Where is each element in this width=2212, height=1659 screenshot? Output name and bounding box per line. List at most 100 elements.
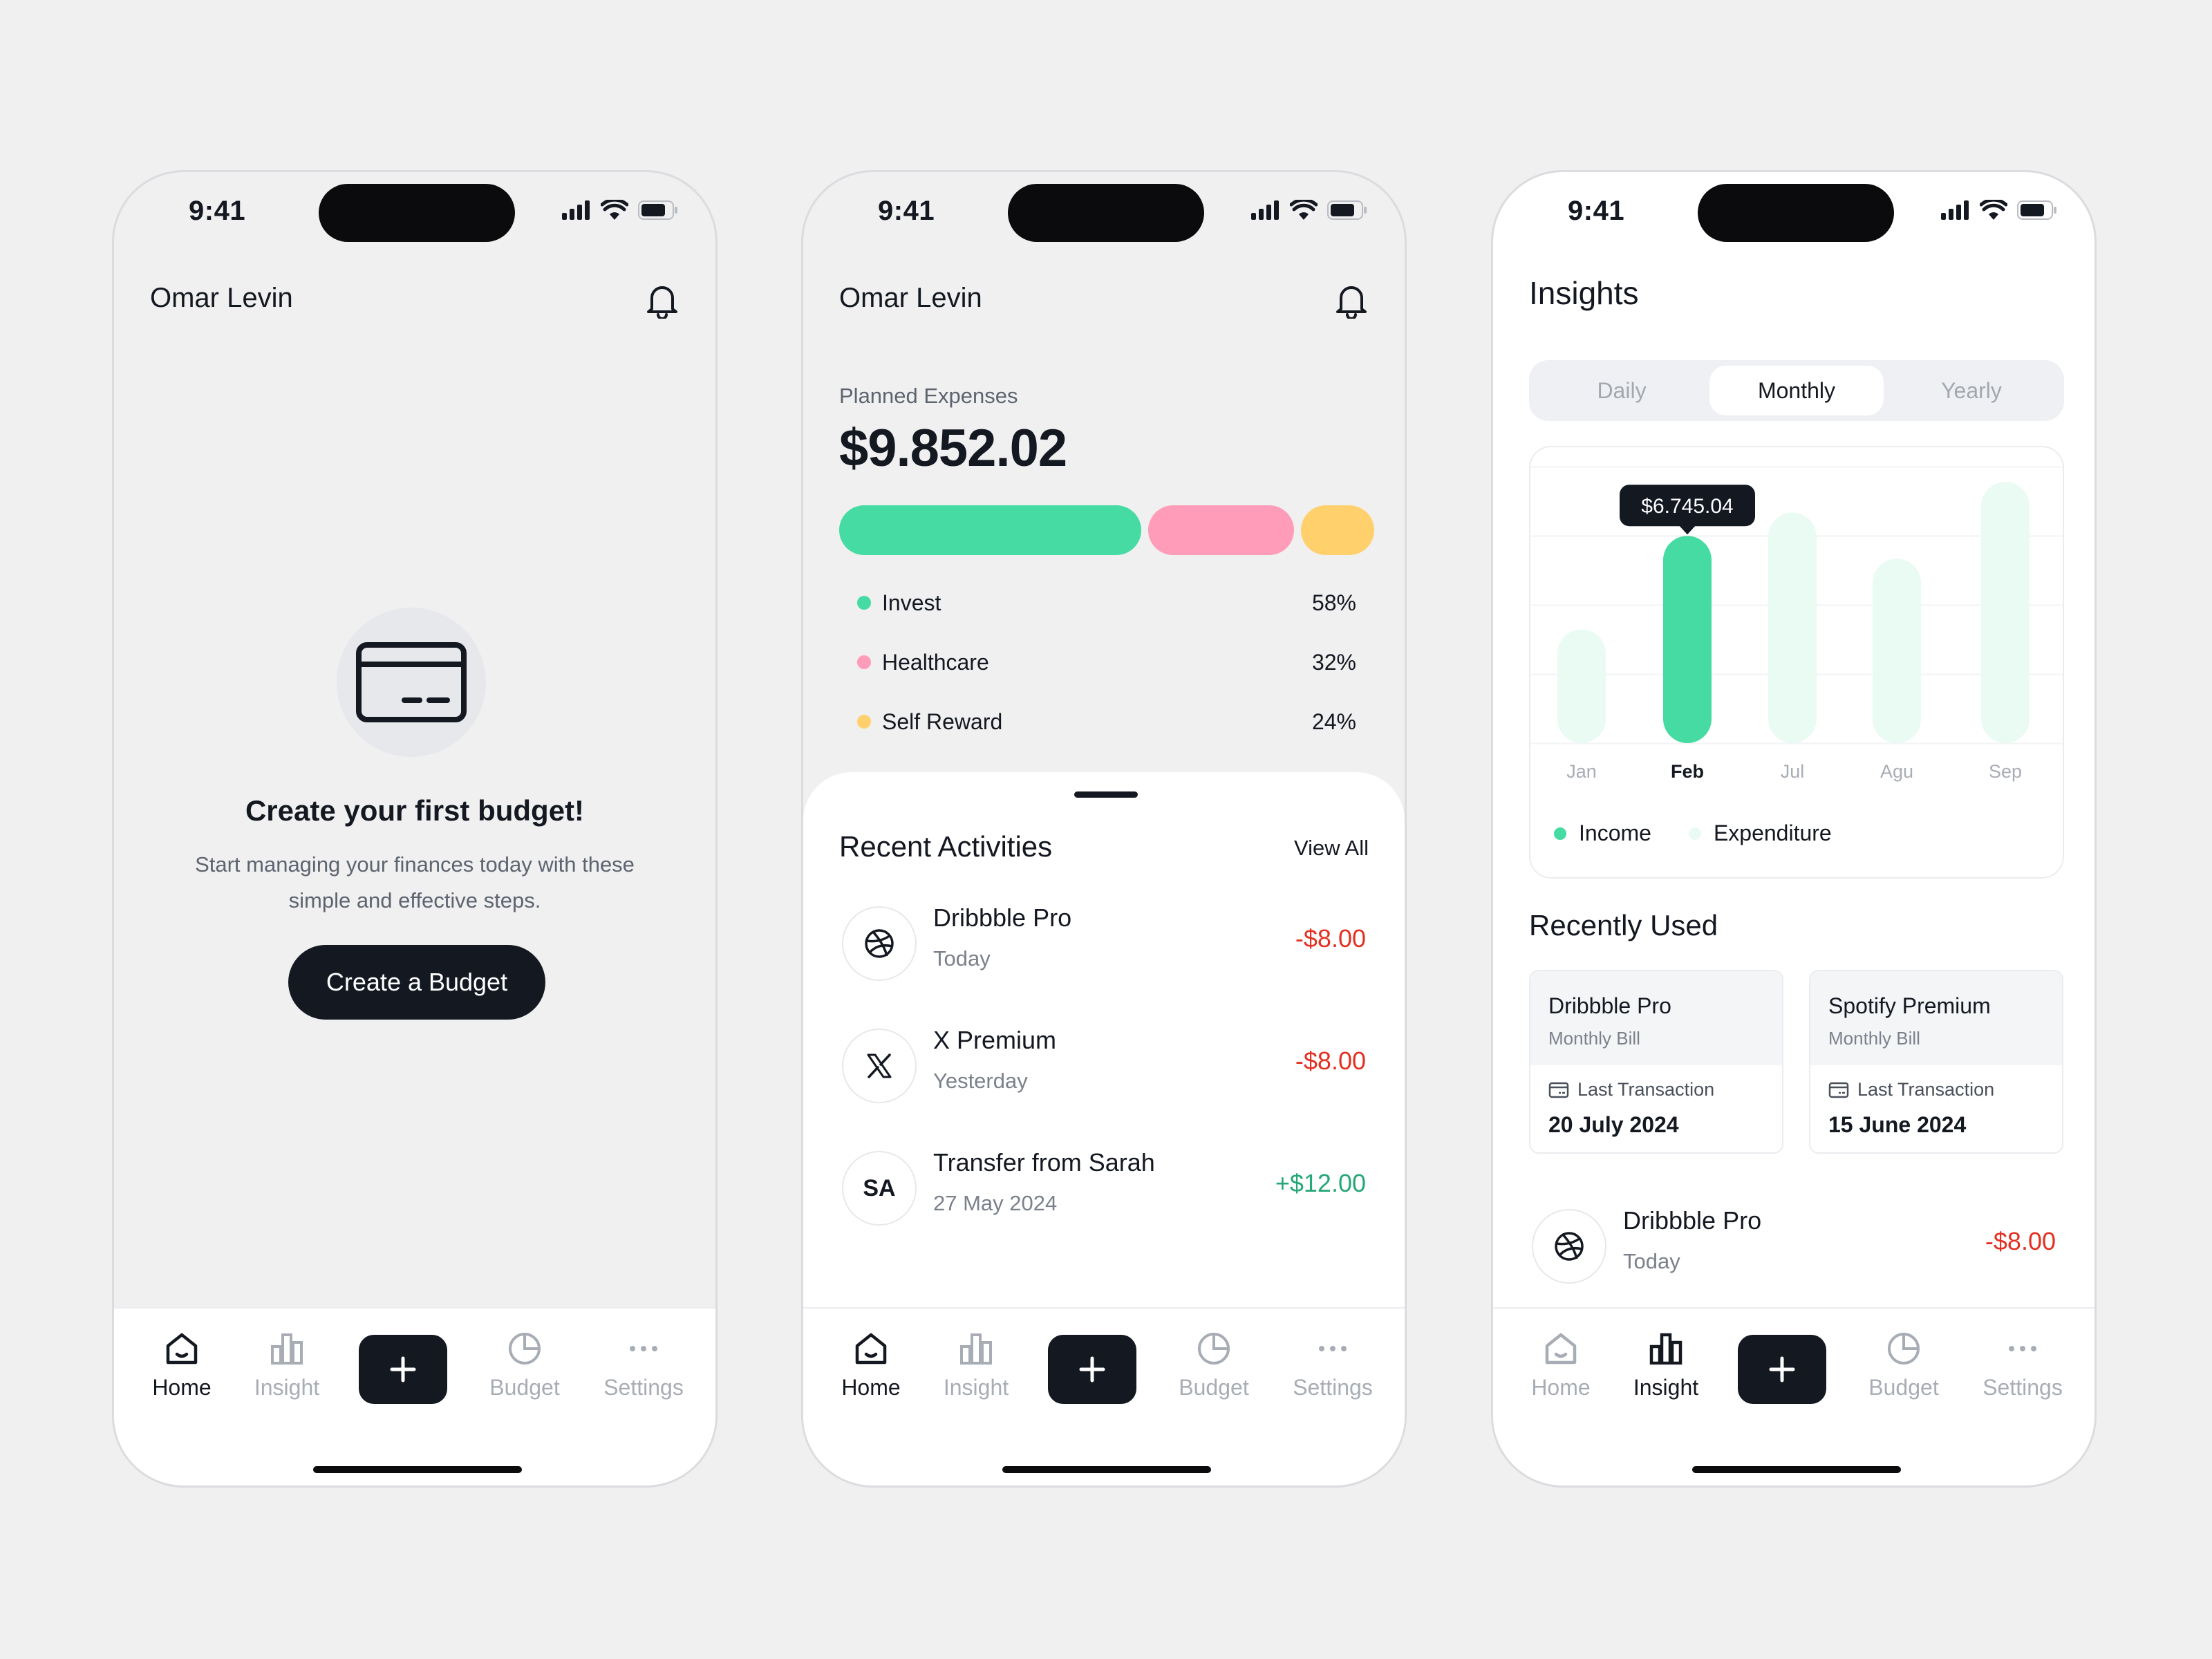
activity-date: Today bbox=[1623, 1249, 1680, 1273]
status-time: 9:41 bbox=[1568, 196, 1625, 226]
activity-name: X Premium bbox=[933, 1026, 1057, 1054]
home-icon bbox=[855, 1333, 887, 1365]
nav-budget[interactable]: Budget bbox=[1159, 1329, 1269, 1400]
tooltip-pointer bbox=[1679, 525, 1696, 535]
expenditure-bar-sep[interactable] bbox=[1981, 482, 2030, 743]
recently-used-title: Recently Used bbox=[1529, 909, 1718, 941]
card-icon bbox=[1828, 1082, 1849, 1098]
activity-date: Yesterday bbox=[933, 1069, 1028, 1093]
last-transaction: Last Transaction bbox=[1828, 1079, 1994, 1100]
allocation-legend-row: Invest 58% bbox=[839, 573, 1374, 632]
battery-icon bbox=[638, 200, 677, 220]
page-title: Insights bbox=[1529, 275, 1639, 311]
tab-daily[interactable]: Daily bbox=[1535, 366, 1709, 415]
add-button[interactable] bbox=[359, 1335, 447, 1404]
notification-bell-button[interactable] bbox=[645, 283, 679, 322]
nav-home[interactable]: Home bbox=[126, 1329, 237, 1400]
last-transaction-label: Last Transaction bbox=[1857, 1079, 1995, 1100]
activity-avatar bbox=[1532, 1209, 1606, 1284]
planned-expenses-label: Planned Expenses bbox=[839, 384, 1018, 408]
bar-chart-icon bbox=[960, 1333, 992, 1365]
home-icon bbox=[1545, 1333, 1577, 1365]
activity-amount: -$8.00 bbox=[1295, 1047, 1366, 1075]
plus-icon bbox=[390, 1356, 416, 1382]
dribbble-icon bbox=[865, 929, 894, 958]
chart-legend: Income Expenditure bbox=[1554, 821, 1832, 846]
nav-home-label: Home bbox=[152, 1375, 212, 1400]
nav-budget[interactable]: Budget bbox=[1848, 1329, 1959, 1400]
bill-card[interactable]: Dribbble Pro Monthly Bill Last Transacti… bbox=[1529, 970, 1783, 1154]
last-transaction-date: 20 July 2024 bbox=[1548, 1112, 1679, 1137]
user-name: Omar Levin bbox=[150, 283, 293, 313]
home-indicator bbox=[313, 1466, 522, 1473]
notification-bell-button[interactable] bbox=[1334, 283, 1369, 322]
bar-chart-icon bbox=[271, 1333, 303, 1365]
activity-row[interactable]: SA Transfer from Sarah 27 May 2024 +$12.… bbox=[839, 1141, 1366, 1238]
create-budget-button[interactable]: Create a Budget bbox=[288, 945, 545, 1020]
nav-insight[interactable]: Insight bbox=[921, 1329, 1031, 1400]
activity-date: 27 May 2024 bbox=[933, 1191, 1058, 1215]
tab-monthly[interactable]: Monthly bbox=[1709, 366, 1884, 415]
expenditure-bar-jul[interactable] bbox=[1768, 512, 1817, 743]
pie-chart-icon bbox=[1198, 1333, 1230, 1365]
activity-avatar bbox=[842, 906, 917, 981]
activity-row[interactable]: Dribbble Pro Today -$8.00 bbox=[1529, 1199, 2056, 1296]
nav-settings[interactable]: Settings bbox=[1277, 1329, 1388, 1400]
nav-budget-label: Budget bbox=[489, 1375, 560, 1400]
bar-chart-icon bbox=[1649, 1333, 1683, 1365]
view-all-link[interactable]: View All bbox=[1294, 836, 1369, 861]
dynamic-island bbox=[1698, 184, 1894, 242]
nav-insight[interactable]: Insight bbox=[1611, 1329, 1721, 1400]
phone-home-dashboard: 9:41 Omar Levin Planned Expenses $9.852.… bbox=[801, 170, 1407, 1488]
nav-home[interactable]: Home bbox=[1506, 1329, 1616, 1400]
more-icon bbox=[630, 1346, 657, 1351]
dribbble-icon bbox=[1555, 1232, 1584, 1261]
allocation-segment-invest bbox=[839, 505, 1142, 555]
activity-row[interactable]: X Premium Yesterday -$8.00 bbox=[839, 1019, 1366, 1116]
status-time: 9:41 bbox=[878, 196, 935, 226]
allocation-legend-row: Self Reward 24% bbox=[839, 692, 1374, 751]
bell-icon bbox=[1336, 286, 1367, 320]
status-icons bbox=[562, 200, 678, 221]
income-legend-dot bbox=[1554, 827, 1566, 840]
nav-budget[interactable]: Budget bbox=[469, 1329, 580, 1400]
bill-name: Dribbble Pro bbox=[1548, 993, 1671, 1018]
add-button[interactable] bbox=[1048, 1335, 1136, 1404]
last-transaction-label: Last Transaction bbox=[1577, 1079, 1715, 1100]
activity-avatar bbox=[842, 1029, 917, 1103]
home-indicator bbox=[1002, 1466, 1211, 1473]
nav-settings[interactable]: Settings bbox=[1967, 1329, 2078, 1400]
x-tick-label: Jul bbox=[1781, 761, 1805, 782]
x-tick-label: Agu bbox=[1880, 761, 1913, 782]
empty-state-description: Start managing your finances today with … bbox=[195, 852, 635, 912]
sheet-drag-handle[interactable] bbox=[1074, 791, 1138, 798]
more-icon bbox=[2009, 1346, 2036, 1351]
nav-insight[interactable]: Insight bbox=[232, 1329, 342, 1400]
activity-name: Dribbble Pro bbox=[1623, 1206, 1762, 1235]
status-icons bbox=[1251, 200, 1367, 221]
nav-home[interactable]: Home bbox=[816, 1329, 926, 1400]
nav-settings-label: Settings bbox=[1983, 1375, 2063, 1400]
income-bar-feb[interactable] bbox=[1663, 536, 1712, 743]
wifi-icon bbox=[601, 200, 628, 220]
expenditure-bar-agu[interactable] bbox=[1873, 559, 1921, 743]
expenditure-bar-jan[interactable] bbox=[1557, 629, 1606, 743]
period-segmented-control: Daily Monthly Yearly bbox=[1529, 360, 2064, 421]
dynamic-island bbox=[1008, 184, 1204, 242]
battery-icon bbox=[2017, 200, 2056, 220]
add-button[interactable] bbox=[1738, 1335, 1826, 1404]
nav-settings[interactable]: Settings bbox=[588, 1329, 699, 1400]
expenditure-legend-dot bbox=[1688, 827, 1701, 840]
income-expenditure-chart-card: Jan Feb Jul Agu Sep $6.745.04 Income Expendit… bbox=[1529, 446, 2064, 879]
legend-name: Healthcare bbox=[882, 649, 989, 675]
allocation-legend: Invest 58% Healthcare 32% Self Reward 24% bbox=[839, 573, 1374, 751]
bill-card[interactable]: Spotify Premium Monthly Bill Last Transa… bbox=[1809, 970, 2063, 1154]
pie-chart-icon bbox=[509, 1333, 541, 1365]
tab-yearly[interactable]: Yearly bbox=[1884, 366, 2059, 415]
income-legend-label: Income bbox=[1579, 821, 1651, 845]
activity-row[interactable]: Dribbble Pro Today -$8.00 bbox=[839, 897, 1366, 993]
signal-icon bbox=[562, 200, 590, 220]
allocation-segment-healthcare bbox=[1148, 505, 1295, 555]
bottom-nav: Home Insight Budget Settings bbox=[1493, 1307, 2094, 1485]
allocation-bar bbox=[839, 505, 1374, 555]
